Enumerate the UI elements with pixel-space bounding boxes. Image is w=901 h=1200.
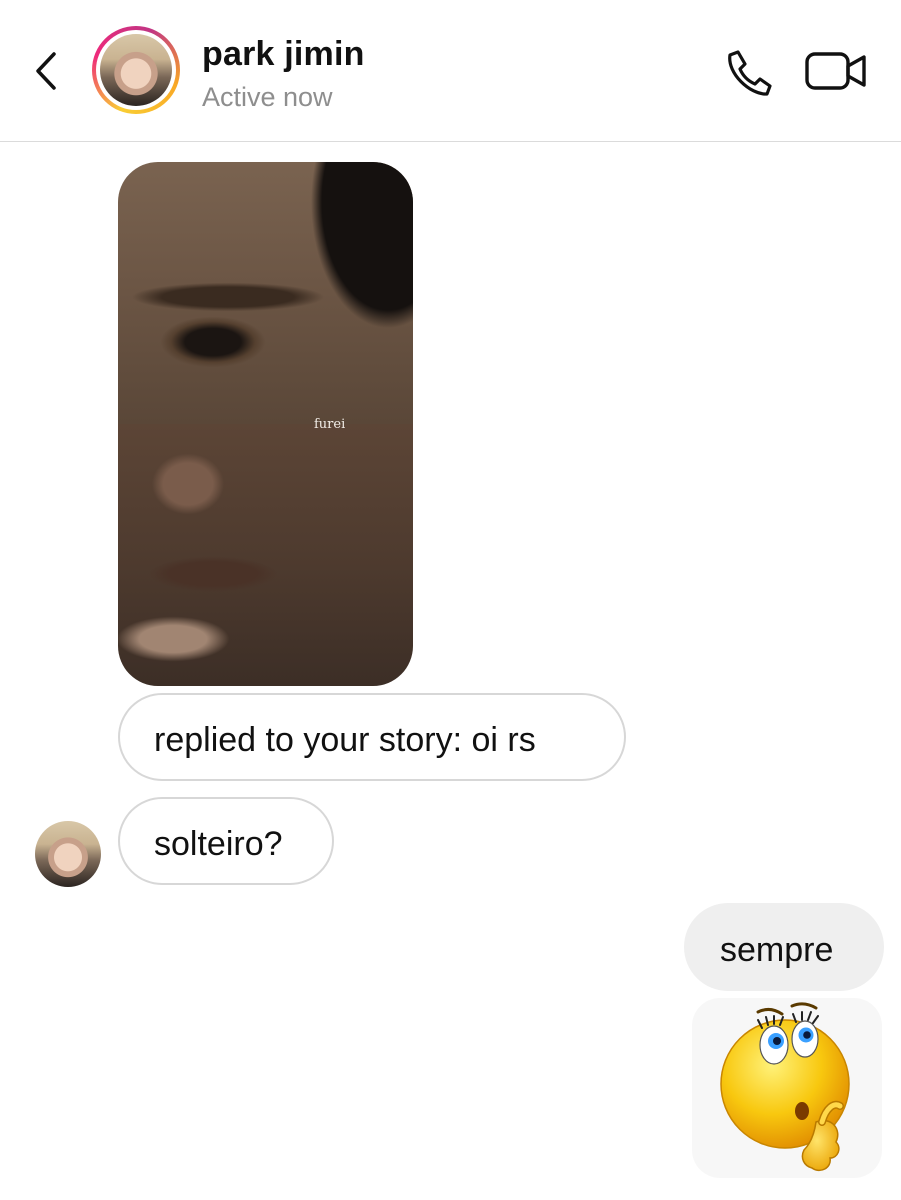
back-button[interactable] (28, 48, 68, 94)
story-reply-bubble[interactable]: replied to your story: oi rs (118, 693, 626, 781)
profile-avatar[interactable] (92, 26, 180, 114)
phone-icon (728, 50, 772, 96)
story-photo-bottom (118, 424, 413, 686)
sticker-message[interactable] (692, 998, 882, 1178)
story-preview[interactable]: furei (118, 162, 413, 686)
story-caption: furei (314, 417, 346, 432)
contact-name[interactable]: park jimin (202, 35, 365, 74)
avatar-photo (100, 34, 172, 106)
story-photo-top (118, 162, 413, 424)
voice-call-button[interactable] (720, 46, 774, 100)
chevron-left-icon (36, 52, 56, 90)
active-status: Active now (202, 82, 333, 112)
incoming-message-bubble[interactable]: solteiro? (118, 797, 334, 885)
thinking-emoji-icon (720, 1002, 850, 1172)
video-camera-icon (805, 52, 866, 90)
video-call-button[interactable] (804, 48, 868, 94)
outgoing-message-bubble[interactable]: sempre (684, 903, 884, 991)
chat-header: park jimin Active now (0, 0, 901, 142)
sender-avatar[interactable] (35, 821, 101, 887)
